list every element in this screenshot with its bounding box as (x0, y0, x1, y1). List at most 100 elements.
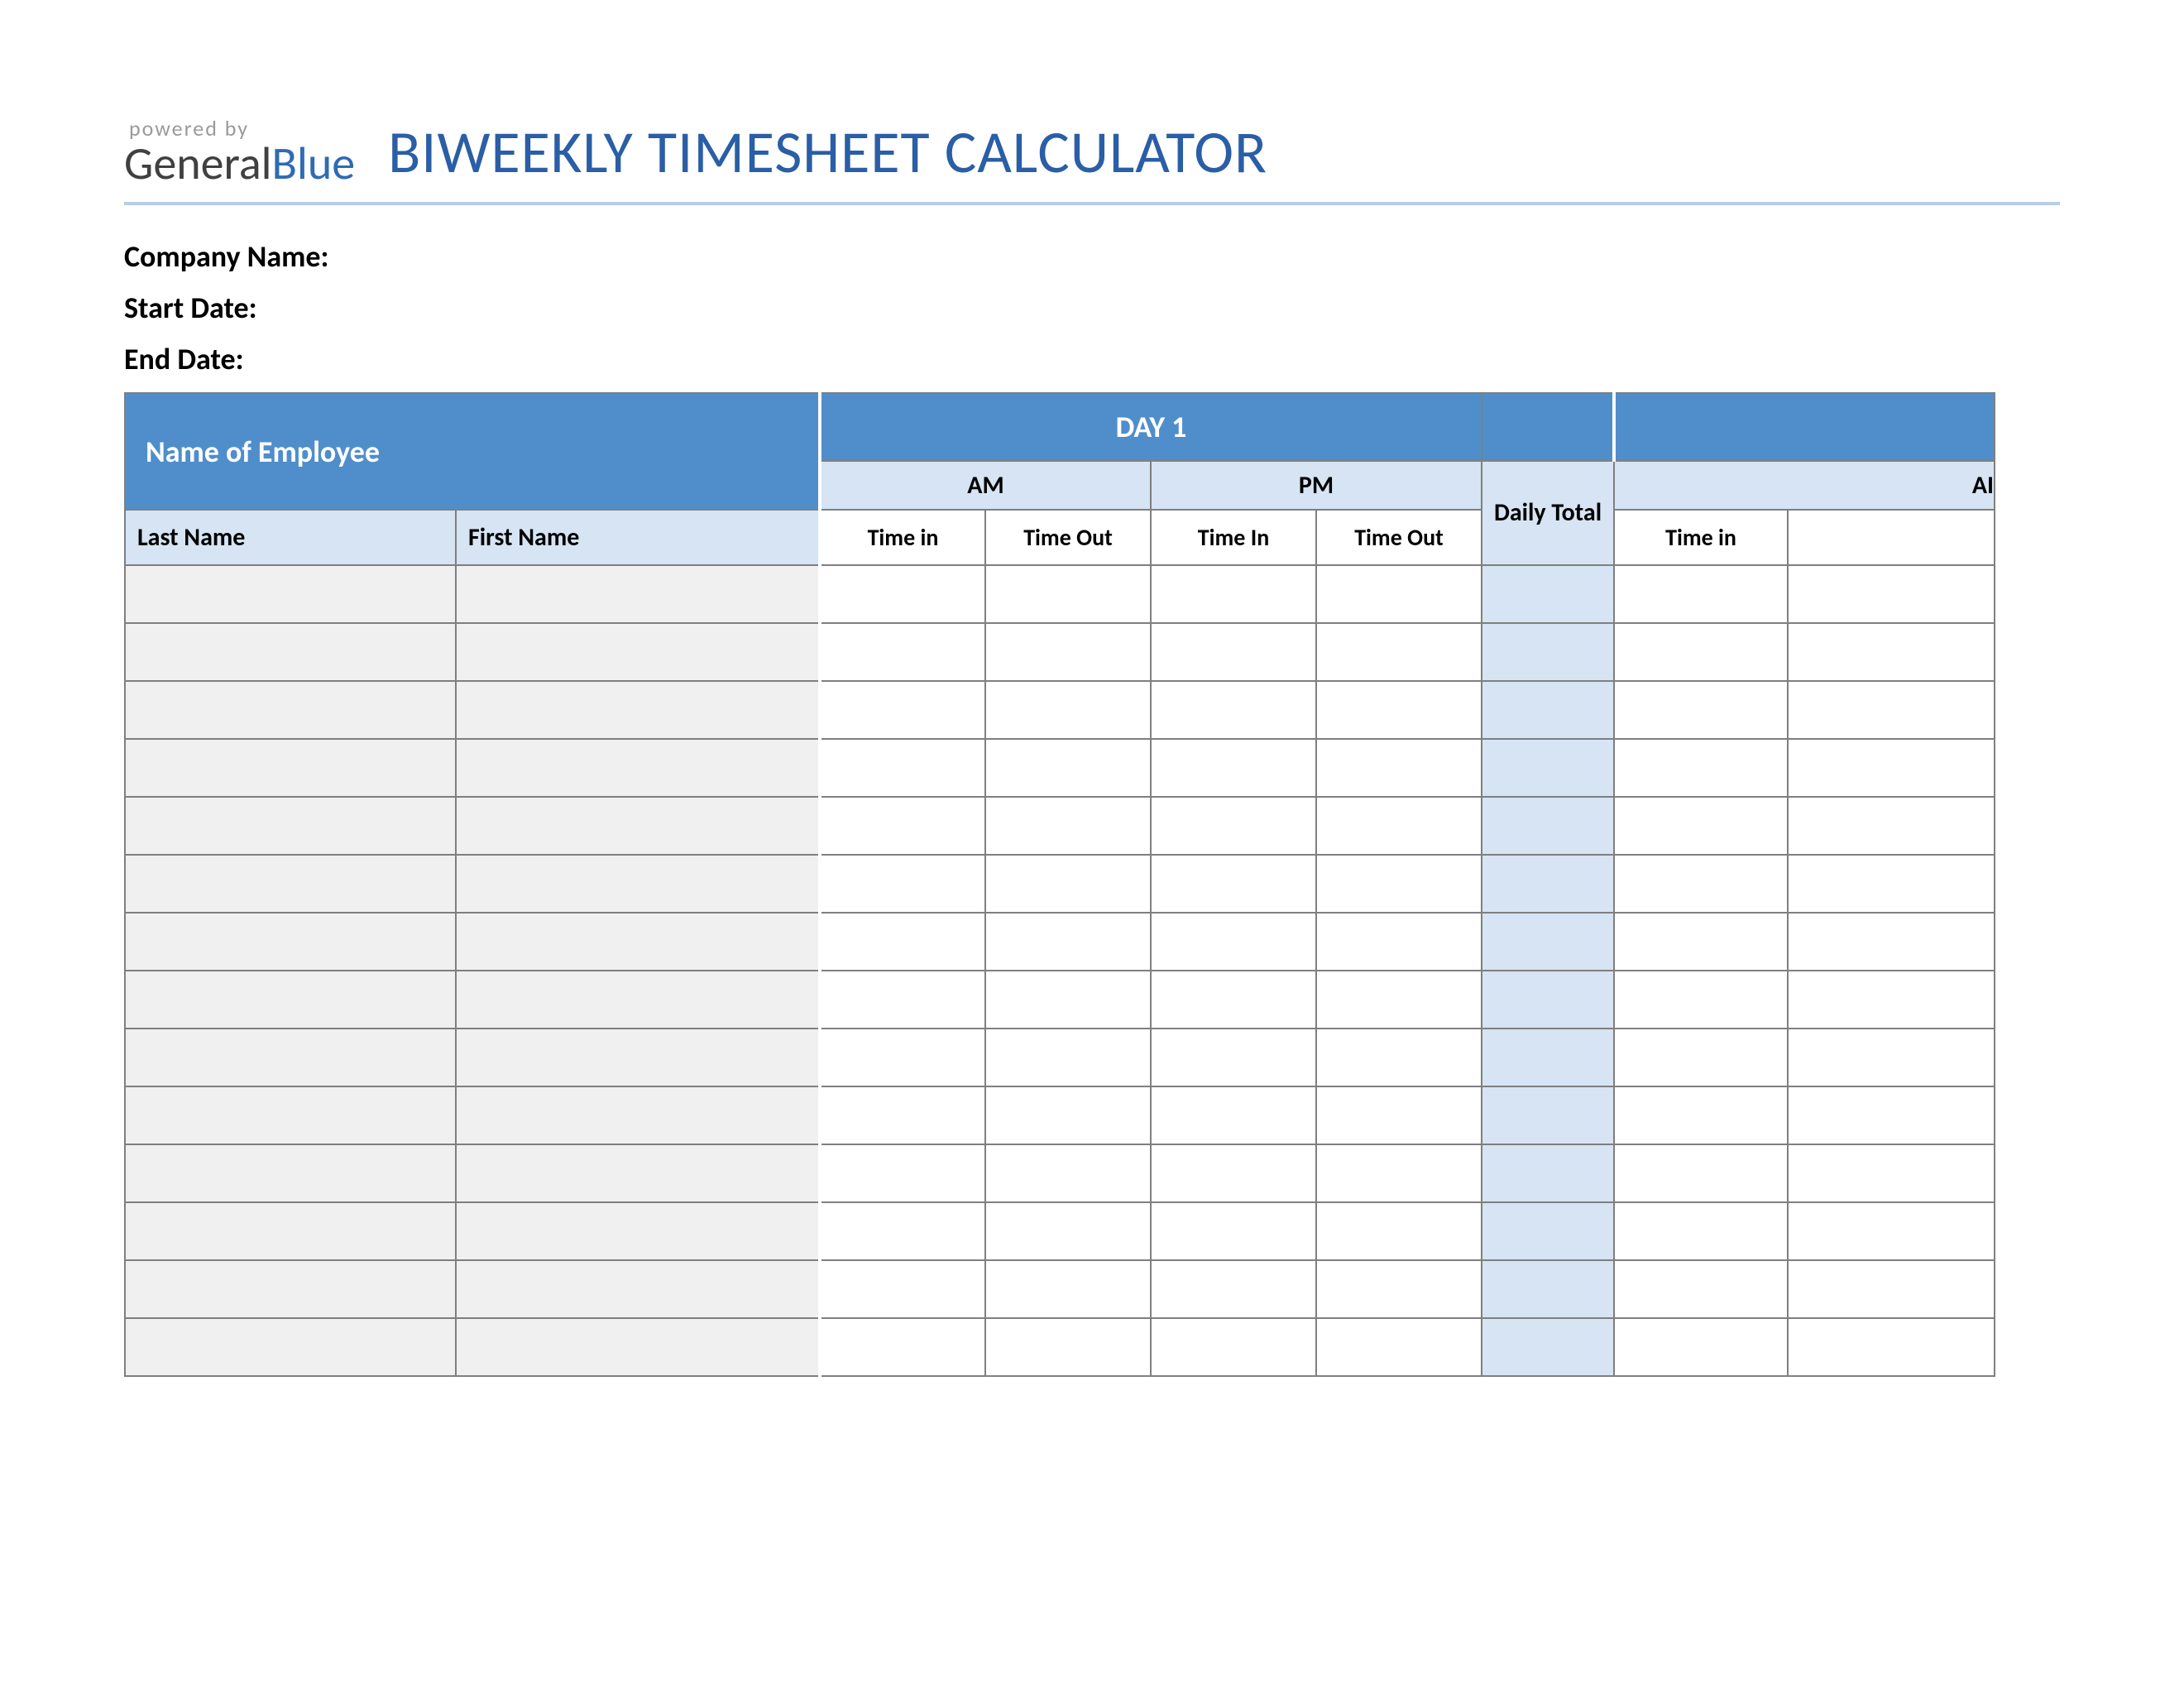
cell-first-name[interactable] (456, 1086, 820, 1144)
cell-am-out[interactable] (985, 1202, 1151, 1260)
cell-pm-out[interactable] (1316, 1029, 1482, 1086)
cell-pm-in[interactable] (1151, 913, 1316, 971)
cell-pm-out[interactable] (1316, 1260, 1482, 1318)
cell-pm-in[interactable] (1151, 739, 1316, 797)
cell-am-in[interactable] (820, 1144, 985, 1202)
cell-last-name[interactable] (125, 681, 456, 739)
cell-pm-in[interactable] (1151, 1318, 1316, 1376)
cell-am-in[interactable] (820, 1318, 985, 1376)
cell-am-in[interactable] (820, 913, 985, 971)
cell-pm-in[interactable] (1151, 797, 1316, 855)
cell-am2-out[interactable] (1788, 855, 1995, 913)
cell-am2-in[interactable] (1614, 1086, 1788, 1144)
cell-first-name[interactable] (456, 1202, 820, 1260)
cell-pm-out[interactable] (1316, 1144, 1482, 1202)
cell-am2-in[interactable] (1614, 681, 1788, 739)
cell-am-in[interactable] (820, 565, 985, 623)
cell-am2-out[interactable] (1788, 971, 1995, 1029)
cell-first-name[interactable] (456, 855, 820, 913)
cell-last-name[interactable] (125, 1318, 456, 1376)
cell-am-in[interactable] (820, 739, 985, 797)
cell-am-out[interactable] (985, 623, 1151, 681)
cell-last-name[interactable] (125, 1202, 456, 1260)
cell-last-name[interactable] (125, 1144, 456, 1202)
cell-first-name[interactable] (456, 1144, 820, 1202)
cell-am2-out[interactable] (1788, 681, 1995, 739)
cell-am2-out[interactable] (1788, 565, 1995, 623)
cell-pm-in[interactable] (1151, 623, 1316, 681)
cell-am2-in[interactable] (1614, 1202, 1788, 1260)
cell-pm-out[interactable] (1316, 913, 1482, 971)
cell-pm-out[interactable] (1316, 797, 1482, 855)
cell-am-out[interactable] (985, 739, 1151, 797)
cell-first-name[interactable] (456, 1318, 820, 1376)
cell-am2-in[interactable] (1614, 971, 1788, 1029)
cell-pm-in[interactable] (1151, 971, 1316, 1029)
cell-last-name[interactable] (125, 1086, 456, 1144)
cell-am2-out[interactable] (1788, 1318, 1995, 1376)
cell-am2-in[interactable] (1614, 623, 1788, 681)
cell-am2-in[interactable] (1614, 1318, 1788, 1376)
cell-am2-in[interactable] (1614, 1144, 1788, 1202)
cell-first-name[interactable] (456, 971, 820, 1029)
cell-last-name[interactable] (125, 565, 456, 623)
cell-pm-out[interactable] (1316, 1086, 1482, 1144)
cell-am-out[interactable] (985, 1144, 1151, 1202)
cell-pm-in[interactable] (1151, 855, 1316, 913)
cell-last-name[interactable] (125, 971, 456, 1029)
cell-am-in[interactable] (820, 681, 985, 739)
cell-pm-in[interactable] (1151, 565, 1316, 623)
cell-am-out[interactable] (985, 565, 1151, 623)
cell-am2-in[interactable] (1614, 565, 1788, 623)
cell-pm-in[interactable] (1151, 1260, 1316, 1318)
cell-pm-out[interactable] (1316, 855, 1482, 913)
cell-am-out[interactable] (985, 1260, 1151, 1318)
cell-am-out[interactable] (985, 1318, 1151, 1376)
cell-last-name[interactable] (125, 739, 456, 797)
cell-last-name[interactable] (125, 1029, 456, 1086)
cell-first-name[interactable] (456, 739, 820, 797)
cell-am-out[interactable] (985, 681, 1151, 739)
cell-first-name[interactable] (456, 1029, 820, 1086)
cell-first-name[interactable] (456, 797, 820, 855)
cell-am2-out[interactable] (1788, 1260, 1995, 1318)
cell-am-in[interactable] (820, 797, 985, 855)
cell-am-out[interactable] (985, 855, 1151, 913)
cell-pm-out[interactable] (1316, 681, 1482, 739)
cell-am-out[interactable] (985, 913, 1151, 971)
cell-am2-in[interactable] (1614, 1029, 1788, 1086)
cell-am2-out[interactable] (1788, 1029, 1995, 1086)
cell-pm-in[interactable] (1151, 1029, 1316, 1086)
cell-am2-out[interactable] (1788, 913, 1995, 971)
cell-am-in[interactable] (820, 1202, 985, 1260)
cell-am2-in[interactable] (1614, 913, 1788, 971)
cell-first-name[interactable] (456, 681, 820, 739)
cell-last-name[interactable] (125, 855, 456, 913)
cell-am2-in[interactable] (1614, 797, 1788, 855)
cell-pm-out[interactable] (1316, 739, 1482, 797)
cell-am-in[interactable] (820, 855, 985, 913)
cell-last-name[interactable] (125, 623, 456, 681)
cell-am-out[interactable] (985, 1029, 1151, 1086)
cell-first-name[interactable] (456, 565, 820, 623)
cell-am2-in[interactable] (1614, 855, 1788, 913)
cell-am-out[interactable] (985, 797, 1151, 855)
cell-am2-in[interactable] (1614, 739, 1788, 797)
cell-first-name[interactable] (456, 1260, 820, 1318)
cell-pm-out[interactable] (1316, 623, 1482, 681)
cell-pm-in[interactable] (1151, 1144, 1316, 1202)
cell-first-name[interactable] (456, 913, 820, 971)
cell-am-out[interactable] (985, 1086, 1151, 1144)
cell-last-name[interactable] (125, 1260, 456, 1318)
cell-am2-out[interactable] (1788, 739, 1995, 797)
cell-last-name[interactable] (125, 797, 456, 855)
cell-am2-out[interactable] (1788, 1144, 1995, 1202)
cell-am-in[interactable] (820, 971, 985, 1029)
cell-pm-in[interactable] (1151, 1202, 1316, 1260)
cell-pm-out[interactable] (1316, 971, 1482, 1029)
cell-am-in[interactable] (820, 1260, 985, 1318)
cell-am2-out[interactable] (1788, 797, 1995, 855)
cell-am-out[interactable] (985, 971, 1151, 1029)
cell-am-in[interactable] (820, 1086, 985, 1144)
cell-pm-out[interactable] (1316, 1202, 1482, 1260)
